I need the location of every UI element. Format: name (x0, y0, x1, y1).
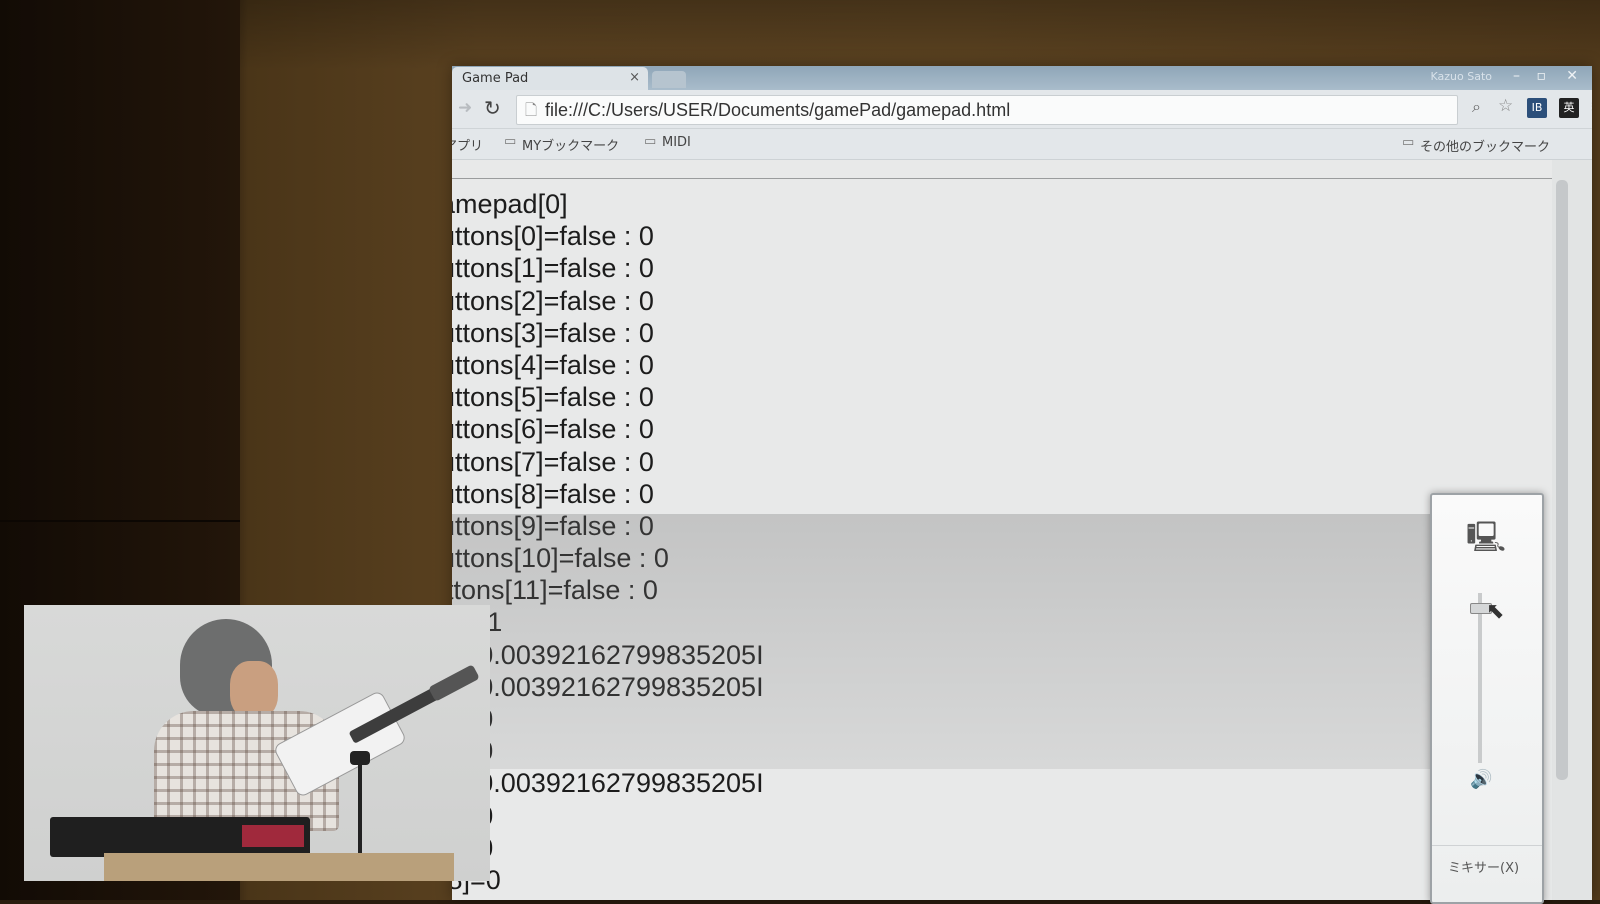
folder-icon: ▭ (644, 134, 657, 149)
output-line: [8]=0 (452, 864, 764, 896)
gamepad-output: amepad[0] uttons[0]=false : 0 uttons[1]=… (452, 188, 764, 896)
folder-icon: ▭ (504, 134, 517, 149)
reload-icon[interactable]: ↻ (484, 96, 501, 120)
output-line: uttons[6]=false : 0 (452, 414, 654, 445)
output-line: uttons[10]=false : 0 (452, 543, 669, 574)
page-content: amepad[0] uttons[0]=false : 0 uttons[1]=… (452, 160, 1552, 900)
back-arrow-icon[interactable]: ➜ (458, 98, 472, 118)
horizontal-rule (452, 178, 1552, 179)
folder-icon: ▭ (1402, 135, 1415, 150)
podium (104, 853, 454, 881)
maximize-icon[interactable]: ▫ (1537, 68, 1547, 84)
extension-1-icon[interactable]: IB (1527, 98, 1547, 118)
output-line: 1]=0.00392162799835205I (452, 639, 764, 670)
window-user-label: Kazuo Sato (1430, 70, 1493, 83)
tab-title: Game Pad (462, 71, 529, 86)
bookmark-other[interactable]: その他のブックマーク (1420, 136, 1550, 155)
scrollbar[interactable] (1552, 160, 1592, 900)
output-line: 4]=0 (452, 735, 764, 767)
output-line: amepad[0] (452, 189, 568, 219)
wall-divider (0, 520, 240, 522)
speaker-device-icon[interactable]: 🖳 (1466, 515, 1506, 566)
output-line: uttons[1]=false : 0 (452, 253, 654, 284)
volume-slider-track[interactable] (1478, 593, 1482, 763)
browser-window: Game Pad × Kazuo Sato – ▫ ✕ ➜ ↻ 🗋 file:/… (452, 66, 1592, 900)
zoom-icon[interactable]: ⌕ (1472, 97, 1481, 117)
mixer-link[interactable]: ミキサー(X) (1448, 857, 1519, 876)
tab-game-pad[interactable]: Game Pad × (452, 67, 648, 90)
output-line: uttons[3]=false : 0 (452, 317, 654, 348)
keytar-head (428, 664, 480, 702)
microphone-icon (350, 751, 370, 765)
speaker-mute-icon[interactable]: 🔊 (1470, 769, 1492, 790)
keyboard-accent (242, 825, 304, 847)
extension-2-icon[interactable]: 英 (1559, 98, 1579, 118)
address-bar[interactable]: 🗋 file:///C:/Users/USER/Documents/gamePa… (516, 95, 1458, 125)
minimize-icon[interactable]: – (1513, 68, 1520, 84)
bookmark-folder-midi[interactable]: MIDI (662, 135, 691, 150)
window-close-icon[interactable]: ✕ (1566, 68, 1578, 84)
microphone-stand (358, 755, 362, 865)
output-line: 7]=0 (452, 832, 764, 864)
title-bar: Game Pad × Kazuo Sato – ▫ ✕ (452, 66, 1592, 90)
bookmark-folder-my[interactable]: MYブックマーク (522, 135, 619, 154)
bookmark-star-icon[interactable]: ☆ (1498, 96, 1513, 116)
presenter-camera-inset (24, 605, 490, 881)
tab-close-icon[interactable]: × (629, 70, 640, 85)
output-line: 5]=0.00392162799835205I (452, 768, 764, 799)
output-line: uttons[8]=false : 0 (452, 478, 654, 509)
output-line: 6]=0 (452, 800, 764, 832)
output-line: ittons[11]=false : 0 (452, 575, 658, 606)
output-line: uttons[0]=false : 0 (452, 221, 654, 252)
bookmark-apps[interactable]: アプリ (452, 135, 483, 154)
output-line: 0]=-1 (452, 606, 764, 638)
page-icon: 🗋 (525, 101, 538, 119)
output-line: 3]=0 (452, 703, 764, 735)
output-line: 2]=0.00392162799835205I (452, 671, 764, 702)
volume-popup: 🖳 ⬉ 🔊 ミキサー(X) (1430, 493, 1544, 904)
output-line: uttons[9]=false : 0 (452, 510, 654, 541)
scrollbar-thumb[interactable] (1556, 180, 1568, 780)
output-line: uttons[5]=false : 0 (452, 382, 654, 413)
output-line: uttons[7]=false : 0 (452, 446, 654, 477)
url-text[interactable]: file:///C:/Users/USER/Documents/gamePad/… (545, 100, 1010, 121)
menu-icon[interactable]: ≡ (1590, 96, 1592, 117)
output-line: uttons[2]=false : 0 (452, 285, 654, 316)
browser-toolbar: ➜ ↻ 🗋 file:///C:/Users/USER/Documents/ga… (452, 90, 1592, 129)
keytar-body (272, 689, 408, 799)
wall-shadow (0, 0, 1600, 70)
bookmarks-bar: アプリ ▭ MYブックマーク ▭ MIDI ▭ その他のブックマーク (452, 129, 1592, 160)
mouse-cursor-icon: ⬉ (1486, 599, 1505, 624)
new-tab-button[interactable] (652, 71, 686, 88)
divider (1432, 845, 1542, 846)
output-line: uttons[4]=false : 0 (452, 349, 654, 380)
